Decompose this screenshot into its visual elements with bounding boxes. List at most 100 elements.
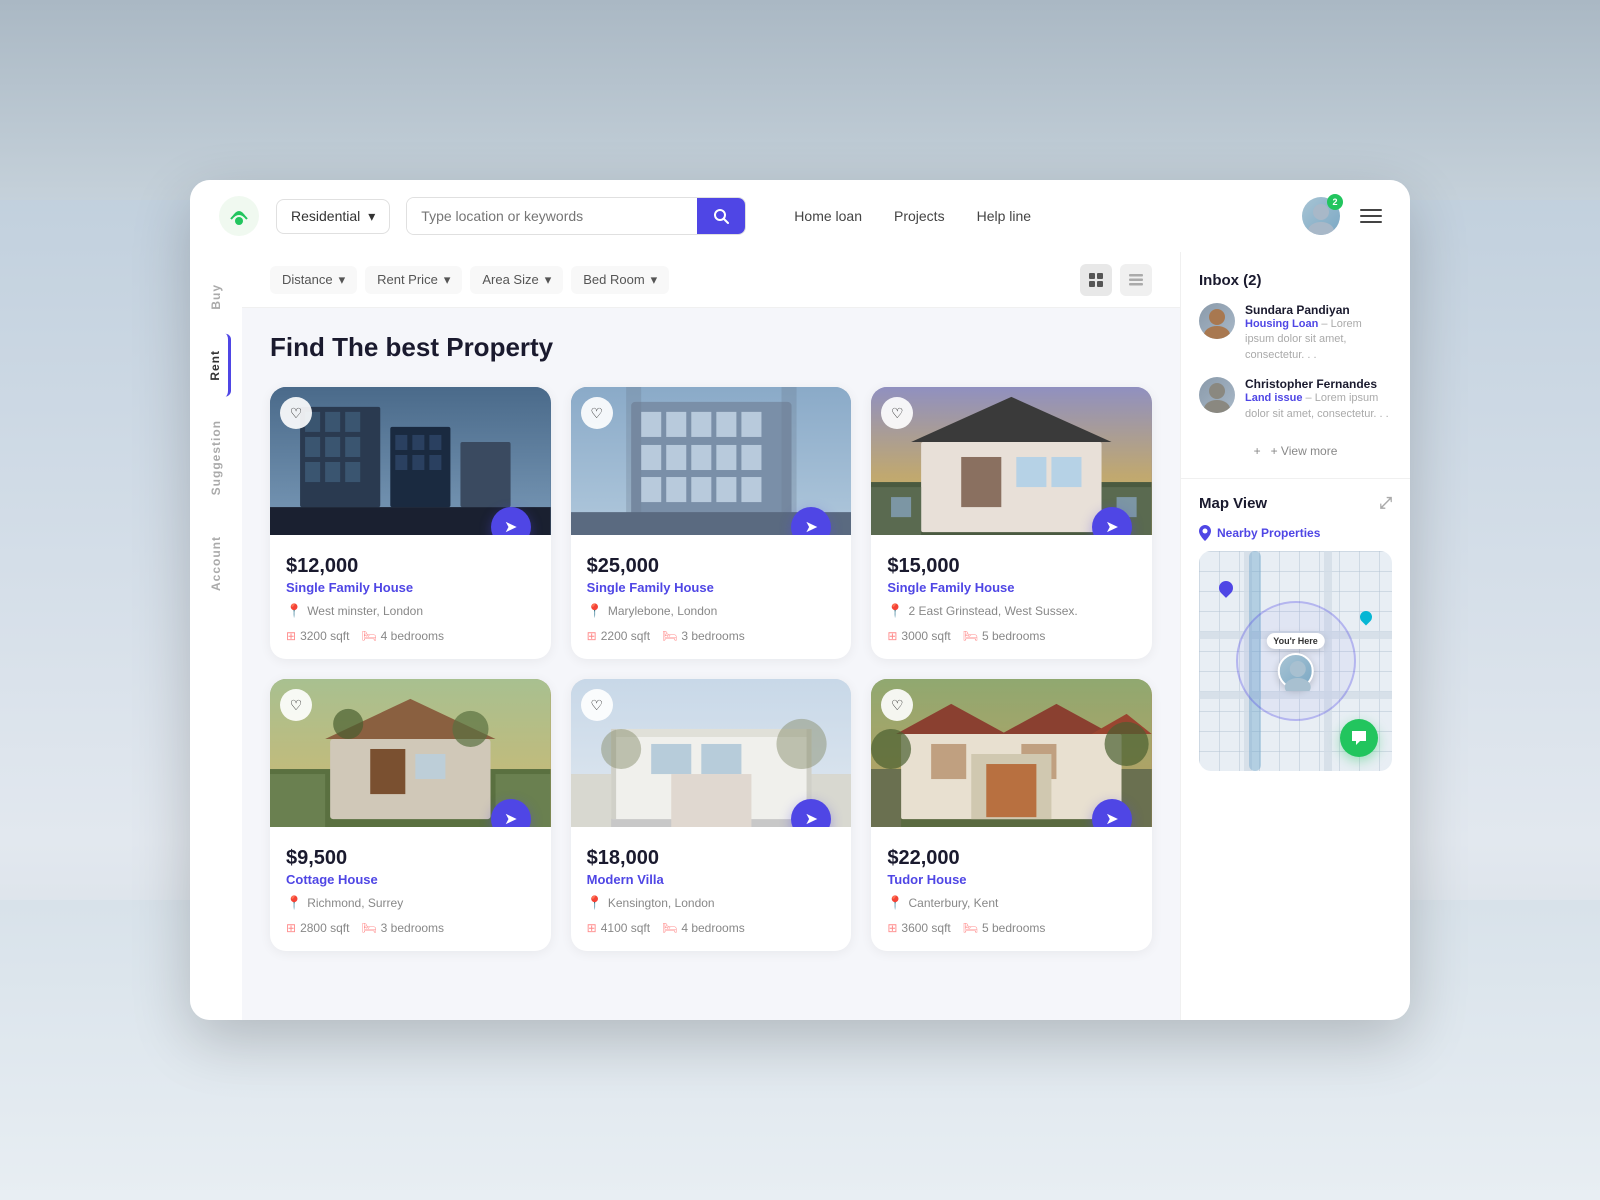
plus-icon: + [1254, 444, 1261, 458]
chevron-down-icon: ▾ [444, 272, 451, 288]
view-more-button[interactable]: + + View more [1199, 436, 1392, 462]
card-type: Tudor House [887, 872, 1136, 887]
card-image: ♡ ➤ [270, 679, 551, 827]
area-icon: ⊞ [587, 921, 597, 935]
nav-projects[interactable]: Projects [894, 208, 945, 224]
card-price: $22,000 [887, 847, 1136, 870]
expand-map-button[interactable]: ⤢ [1379, 495, 1392, 513]
bed-icon: 🛏 [963, 921, 978, 935]
property-card: ♡ ➤ $25,000 Single Family House 📍 Maryle… [571, 387, 852, 659]
location-pin-icon: 📍 [286, 895, 302, 911]
chat-fab-button[interactable] [1340, 719, 1378, 757]
list-view-toggle[interactable] [1120, 264, 1152, 296]
bed-icon: 🛏 [662, 921, 677, 935]
inbox-section: Inbox (2) Sundara Pandiyan Housing Loan … [1181, 272, 1410, 479]
card-stats: ⊞ 3000 sqft 🛏 5 bedrooms [887, 629, 1136, 643]
card-type: Single Family House [286, 580, 535, 595]
map-section: Map View ⤢ Nearby Properties [1181, 479, 1410, 1000]
distance-filter[interactable]: Distance ▾ [270, 266, 357, 294]
notification-badge: 2 [1327, 194, 1343, 210]
card-location: 📍 Canterbury, Kent [887, 895, 1136, 911]
sidebar-tab-suggestion[interactable]: Suggestion [203, 404, 229, 511]
search-icon [713, 208, 729, 224]
property-card: ♡ ➤ $22,000 Tudor House 📍 Canterbury, Ke… [871, 679, 1152, 951]
card-location: 📍 2 East Grinstead, West Sussex. [887, 603, 1136, 619]
search-input[interactable] [407, 198, 697, 234]
card-body: $18,000 Modern Villa 📍 Kensington, Londo… [571, 827, 852, 951]
location-pin-icon: 📍 [587, 895, 603, 911]
filters-bar: Distance ▾ Rent Price ▾ Area Size ▾ Bed … [242, 252, 1180, 308]
bed-icon: 🛏 [361, 921, 376, 935]
card-type: Single Family House [587, 580, 836, 595]
card-price: $25,000 [587, 555, 836, 578]
chevron-down-icon: ▾ [545, 272, 552, 288]
card-image: ♡ ➤ [571, 679, 852, 827]
rent-price-filter[interactable]: Rent Price ▾ [365, 266, 462, 294]
card-stats: ⊞ 2800 sqft 🛏 3 bedrooms [286, 921, 535, 935]
sidebar-tab-buy[interactable]: Buy [203, 268, 229, 326]
menu-icon[interactable] [1360, 209, 1382, 223]
app-window: Residential ▾ Home loan Projects Help li… [190, 180, 1410, 1020]
property-type-dropdown[interactable]: Residential ▾ [276, 199, 390, 234]
property-card: ♡ ➤ $18,000 Modern Villa 📍 Kensington, L… [571, 679, 852, 951]
wishlist-button[interactable]: ♡ [581, 397, 613, 429]
area-stat: ⊞ 3200 sqft [286, 629, 349, 643]
bed-room-filter[interactable]: Bed Room ▾ [571, 266, 669, 294]
area-icon: ⊞ [887, 629, 897, 643]
card-body: $22,000 Tudor House 📍 Canterbury, Kent ⊞… [871, 827, 1152, 951]
inbox-item[interactable]: Sundara Pandiyan Housing Loan – Lorem ip… [1199, 303, 1392, 363]
user-avatar-wrapper[interactable]: 2 [1302, 197, 1340, 235]
content-area: Distance ▾ Rent Price ▾ Area Size ▾ Bed … [242, 252, 1180, 1020]
nav-home-loan[interactable]: Home loan [794, 208, 862, 224]
location-pin-icon: 📍 [587, 603, 603, 619]
card-location: 📍 Marylebone, London [587, 603, 836, 619]
user-location-avatar [1278, 653, 1314, 689]
nav-links: Home loan Projects Help line [794, 208, 1031, 224]
wishlist-button[interactable]: ♡ [280, 397, 312, 429]
inbox-content-1: Sundara Pandiyan Housing Loan – Lorem ip… [1245, 303, 1392, 363]
sidebar-tab-account[interactable]: Account [203, 520, 229, 607]
map-view: You'r Here [1199, 551, 1392, 771]
location-pin-icon: 📍 [887, 895, 903, 911]
wishlist-button[interactable]: ♡ [280, 689, 312, 721]
sidebar-tabs: Buy Rent Suggestion Account [190, 252, 242, 1020]
map-title: Map View ⤢ [1199, 495, 1392, 513]
property-card: ♡ ➤ $9,500 Cottage House 📍 Richmond, Sur… [270, 679, 551, 951]
wishlist-button[interactable]: ♡ [581, 689, 613, 721]
inbox-item[interactable]: Christopher Fernandes Land issue – Lorem… [1199, 377, 1392, 422]
bed-icon: 🛏 [662, 629, 677, 643]
card-price: $12,000 [286, 555, 535, 578]
inbox-content-2: Christopher Fernandes Land issue – Lorem… [1245, 377, 1392, 422]
card-stats: ⊞ 2200 sqft 🛏 3 bedrooms [587, 629, 836, 643]
area-stat: ⊞ 4100 sqft [587, 921, 650, 935]
card-stats: ⊞ 3200 sqft 🛏 4 bedrooms [286, 629, 535, 643]
location-pin-icon: 📍 [887, 603, 903, 619]
chevron-down-icon: ▾ [651, 272, 658, 288]
bedroom-stat: 🛏 5 bedrooms [963, 921, 1046, 935]
nav-helpline[interactable]: Help line [977, 208, 1031, 224]
property-card: ♡ ➤ $15,000 Single Family House 📍 2 East… [871, 387, 1152, 659]
you-here-label: You'r Here [1266, 633, 1325, 649]
sidebar-tab-rent[interactable]: Rent [202, 334, 231, 397]
area-size-filter[interactable]: Area Size ▾ [470, 266, 563, 294]
nearby-label: Nearby Properties [1199, 525, 1392, 541]
search-button[interactable] [697, 198, 745, 234]
grid-view-toggle[interactable] [1080, 264, 1112, 296]
bed-icon: 🛏 [361, 629, 376, 643]
card-image: ♡ ➤ [871, 679, 1152, 827]
card-location: 📍 Richmond, Surrey [286, 895, 535, 911]
area-stat: ⊞ 2800 sqft [286, 921, 349, 935]
search-bar [406, 197, 746, 235]
inbox-name: Sundara Pandiyan [1245, 303, 1392, 317]
inbox-preview: Land issue – Lorem ipsum dolor sit amet,… [1245, 391, 1392, 422]
inbox-avatar-1 [1199, 303, 1235, 339]
card-type: Single Family House [887, 580, 1136, 595]
area-icon: ⊞ [887, 921, 897, 935]
bedroom-stat: 🛏 3 bedrooms [662, 629, 745, 643]
grid-icon [1088, 272, 1104, 288]
you-are-here: You'r Here [1266, 633, 1325, 689]
bed-icon: 🛏 [963, 629, 978, 643]
card-body: $12,000 Single Family House 📍 West minst… [270, 535, 551, 659]
main-layout: Buy Rent Suggestion Account Distance ▾ R… [190, 252, 1410, 1020]
bedroom-stat: 🛏 3 bedrooms [361, 921, 444, 935]
